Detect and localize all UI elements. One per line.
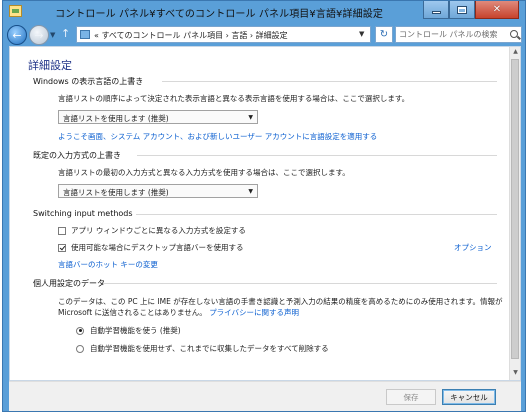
privacy-statement-link[interactable]: プライバシーに関する声明 [209,308,299,317]
settings-content: 詳細設定 Windows の表示言語の上書き 言語リストの順序によって決定された… [9,46,521,381]
search-icon[interactable] [510,30,518,38]
autolearn-off-option[interactable]: 自動学習機能を使用せず、これまでに収集したデータをすべて削除する [76,343,329,354]
section-divider [136,214,497,215]
breadcrumb[interactable]: « すべてのコントロール パネル項目 › 言語 › 詳細設定 [94,30,288,41]
chevron-down-icon: ▼ [248,114,253,121]
title-bar[interactable]: コントロール パネル¥すべてのコントロール パネル項目¥言語¥詳細設定 ✕ [3,1,525,23]
refresh-icon: ↻ [379,29,389,40]
address-dropdown-chevron-icon[interactable]: ▼ [359,30,373,46]
per-app-input-method-label: アプリ ウィンドウごとに異なる入力方式を設定する [71,226,246,235]
input-method-heading: 既定の入力方式の上書き [33,151,121,160]
autolearn-off-radio[interactable] [76,344,84,353]
change-hotkeys-link[interactable]: 言語バーのホット キーの変更 [58,259,158,270]
minimize-icon [431,11,441,14]
display-language-heading: Windows の表示言語の上書き [33,77,144,86]
apply-language-settings-link[interactable]: ようこそ画面、システム アカウント、および新しいユーザー アカウントに言語設定を… [58,131,377,142]
autolearn-on-radio[interactable] [76,326,84,335]
page-title: 詳細設定 [28,59,72,72]
search-box[interactable] [395,26,522,43]
section-divider [137,155,497,156]
maximize-icon [457,5,467,14]
input-method-description: 言語リストの最初の入力方式と異なる入力方式を使用する場合は、ここで選択します。 [58,168,350,177]
autolearn-on-label: 自動学習機能を使う (推奨) [90,326,181,335]
personalization-data-heading: 個人用設定のデータ [33,279,105,288]
display-language-description: 言語リストの順序によって決定された表示言語と異なる表示言語を使用する場合は、ここ… [58,94,410,103]
search-input[interactable] [399,28,505,41]
scroll-thumb[interactable] [511,59,519,359]
refresh-button[interactable]: ↻ [375,26,393,43]
switching-input-methods-heading: Switching input methods [33,209,133,218]
scroll-up-arrow-icon[interactable]: ▲ [511,48,520,58]
close-button[interactable]: ✕ [475,1,519,19]
autolearn-on-option[interactable]: 自動学習機能を使う (推奨) [76,325,181,336]
personalization-description: このデータは、この PC 上に IME が存在しない言語の手書き認識と予測入力の… [58,297,503,306]
up-button[interactable]: ↑ [61,27,70,40]
recent-locations-chevron-icon[interactable]: ▼ [50,31,55,39]
save-button[interactable]: 保存 [386,389,436,405]
input-method-dropdown[interactable]: 言語リストを使用します (推奨) ▼ [58,184,258,198]
window-title: コントロール パネル¥すべてのコントロール パネル項目¥言語¥詳細設定 [55,9,383,20]
forward-arrow-icon: → [34,28,44,42]
cancel-button[interactable]: キャンセル [442,389,496,405]
desktop-language-bar-checkbox[interactable] [58,243,66,252]
per-app-input-method-option[interactable]: アプリ ウィンドウごとに異なる入力方式を設定する [58,225,246,236]
per-app-input-method-checkbox[interactable] [58,226,66,235]
display-language-dropdown[interactable]: 言語リストを使用します (推奨) ▼ [58,110,258,124]
section-divider [162,81,497,82]
input-method-dropdown-value: 言語リストを使用します (推奨) [63,188,169,197]
up-arrow-icon: ↑ [61,27,71,40]
maximize-button[interactable] [449,1,475,19]
forward-button[interactable]: → [29,25,49,45]
desktop-language-bar-label: 使用可能な場合にデスクトップ言語バーを使用する [71,243,244,252]
scroll-down-arrow-icon[interactable]: ▼ [511,369,520,379]
desktop-language-bar-option[interactable]: 使用可能な場合にデスクトップ言語バーを使用する [58,242,244,253]
address-bar[interactable]: « すべてのコントロール パネル項目 › 言語 › 詳細設定 [76,26,371,43]
window-controls: ✕ [423,1,519,19]
vertical-scrollbar[interactable]: ▲ ▼ [509,47,520,380]
section-divider [103,283,497,284]
display-language-dropdown-value: 言語リストを使用します (推奨) [63,114,169,123]
back-button[interactable]: ← [7,25,27,45]
close-icon: ✕ [492,4,502,15]
minimize-button[interactable] [423,1,449,19]
chevron-down-icon: ▼ [248,188,253,195]
autolearn-off-label: 自動学習機能を使用せず、これまでに収集したデータをすべて削除する [90,344,329,353]
navigation-bar: ← → ▼ ↑ « すべてのコントロール パネル項目 › 言語 › 詳細設定 ▼… [3,23,525,45]
language-bar-options-link[interactable]: オプション [454,242,492,253]
personalization-description-text: Microsoft に送信されることはありません。 [58,308,207,317]
control-panel-window: コントロール パネル¥すべてのコントロール パネル項目¥言語¥詳細設定 ✕ ← … [2,0,526,412]
personalization-description-line2: Microsoft に送信されることはありません。 プライバシーに関する声明 [58,307,299,318]
back-arrow-icon: ← [12,28,22,42]
footer-bar: 保存 キャンセル [9,381,521,411]
control-panel-folder-icon [80,30,90,39]
